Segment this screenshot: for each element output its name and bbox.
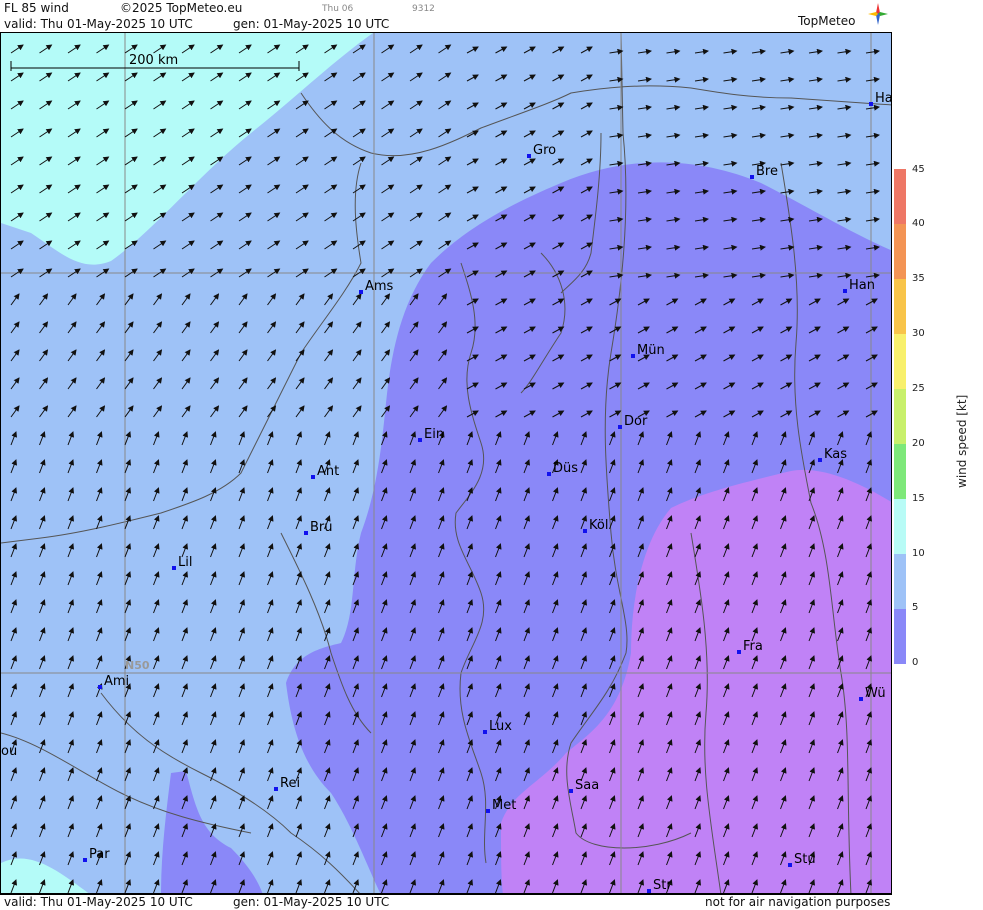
legend-tick: 35 — [912, 273, 925, 284]
city-label[interactable]: Ant — [311, 464, 339, 479]
legend-colorbar — [894, 169, 906, 664]
city-label[interactable]: Ami — [98, 674, 129, 689]
legend-swatch — [894, 224, 906, 279]
city-label[interactable]: Bre — [750, 164, 778, 179]
city-label[interactable]: Str — [647, 878, 672, 893]
valid-time: valid: Thu 01-May-2025 10 UTC — [4, 17, 193, 31]
legend-tick: 10 — [912, 548, 925, 559]
small-code-label: 9312 — [412, 4, 435, 14]
legend-tick: 30 — [912, 328, 925, 339]
city-label[interactable]: Bru — [304, 520, 333, 535]
city-label[interactable]: Saa — [569, 778, 599, 793]
city-label[interactable]: Düs — [547, 461, 578, 476]
wind-field — [1, 33, 891, 893]
city-label[interactable]: Par — [83, 847, 110, 862]
city-label[interactable]: Ha — [869, 91, 891, 106]
compass-logo-icon — [868, 3, 888, 25]
wind-map[interactable]: 200 km N50 Gro Bre Ha Ams Han Mün Ein Do… — [0, 32, 892, 894]
footer-valid-time: valid: Thu 01-May-2025 10 UTC — [4, 895, 193, 909]
city-label[interactable]: Dor — [618, 414, 647, 429]
legend-tick: 20 — [912, 438, 925, 449]
city-label[interactable]: Lux — [483, 719, 512, 734]
city-label[interactable]: Gro — [527, 143, 556, 158]
city-label[interactable]: Wü — [859, 686, 886, 701]
legend-swatch — [894, 169, 906, 224]
legend-tick: 40 — [912, 218, 925, 229]
city-label[interactable]: Rei — [274, 776, 300, 791]
city-label[interactable]: Kas — [818, 447, 847, 462]
legend-swatch — [894, 334, 906, 389]
legend-tick: 25 — [912, 383, 925, 394]
header-bar: FL 85 wind ©2025 TopMeteo.eu Thu 06 9312… — [0, 0, 892, 32]
city-label[interactable]: Fra — [737, 639, 763, 654]
legend-tick: 5 — [912, 602, 919, 613]
copyright-text: ©2025 TopMeteo.eu — [120, 1, 243, 15]
generated-time: gen: 01-May-2025 10 UTC — [233, 17, 390, 31]
city-label[interactable]: Köl — [583, 518, 608, 533]
legend-swatch — [894, 554, 906, 609]
city-label[interactable]: Han — [843, 278, 875, 293]
city-label[interactable]: Ams — [359, 279, 393, 294]
city-label[interactable]: Ein — [418, 427, 444, 442]
logo-text: TopMeteo — [798, 14, 856, 28]
footer-generated-time: gen: 01-May-2025 10 UTC — [233, 895, 390, 909]
city-label[interactable]: Mün — [631, 343, 665, 358]
city-label[interactable]: Lil — [172, 555, 192, 570]
legend-tick: 0 — [912, 657, 919, 668]
city-label[interactable]: Met — [486, 798, 516, 813]
legend-swatch — [894, 279, 906, 334]
product-title: FL 85 wind — [4, 1, 69, 15]
legend-swatch — [894, 444, 906, 499]
latitude-label: N50 — [125, 659, 150, 672]
legend-swatch — [894, 389, 906, 444]
small-day-label: Thu 06 — [322, 4, 354, 14]
city-label[interactable]: Stu — [788, 852, 816, 867]
legend-tick: 45 — [912, 164, 925, 175]
color-legend: 45 40 35 30 25 20 15 10 5 0 — [892, 0, 983, 909]
legend-swatch — [894, 499, 906, 554]
legend-swatch — [894, 609, 906, 664]
footer-bar: valid: Thu 01-May-2025 10 UTC gen: 01-Ma… — [0, 894, 892, 910]
scale-bar-label: 200 km — [129, 53, 179, 68]
city-label[interactable]: ou — [1, 744, 17, 759]
disclaimer-text: not for air navigation purposes — [705, 895, 891, 909]
legend-axis-title: wind speed [kt] — [955, 394, 969, 488]
legend-tick: 15 — [912, 493, 925, 504]
